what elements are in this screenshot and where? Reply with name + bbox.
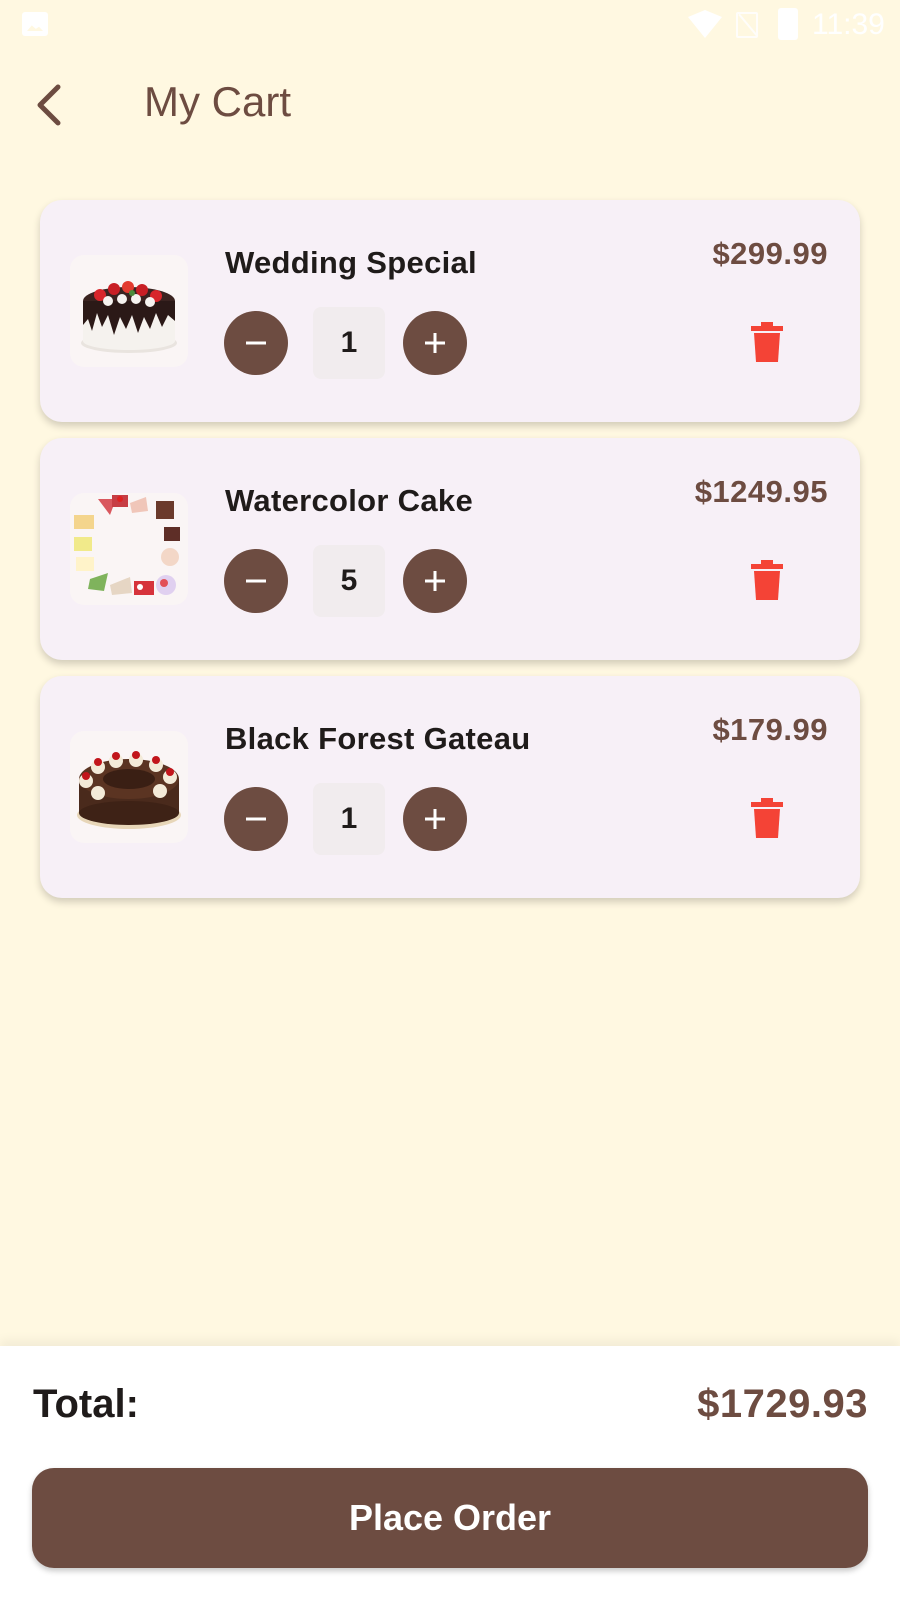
total-label: Total: [33,1382,139,1426]
status-bar: 11:39 [0,0,900,50]
status-time: 11:39 [812,8,885,41]
delete-item-button[interactable] [735,548,799,612]
wifi-icon [688,10,722,38]
trash-icon [751,322,783,362]
plus-icon [425,571,445,591]
order-summary-panel: Total: $1729.93 Place Order [0,1346,900,1600]
item-name: Watercolor Cake [225,483,473,518]
item-name: Wedding Special [225,245,477,280]
page-title: My Cart [144,78,291,125]
quantity-value: 5 [313,545,385,617]
quantity-value: 1 [313,783,385,855]
trash-icon [751,798,783,838]
quantity-value: 1 [313,307,385,379]
minus-icon [246,341,266,345]
image-notification-icon [22,12,48,36]
item-price: $299.99 [712,236,828,271]
wedding-cake-image [70,255,188,367]
plus-icon [425,809,445,829]
place-order-button[interactable]: Place Order [32,1468,868,1568]
battery-charging-icon [778,8,798,40]
item-price: $179.99 [712,712,828,747]
total-value: $1729.93 [697,1382,868,1426]
delete-item-button[interactable] [735,786,799,850]
cake-slices-image [70,493,188,605]
decrease-quantity-button[interactable] [224,549,288,613]
decrease-quantity-button[interactable] [224,787,288,851]
minus-icon [246,817,266,821]
increase-quantity-button[interactable] [403,549,467,613]
increase-quantity-button[interactable] [403,787,467,851]
no-sim-icon [736,12,758,38]
cart-list: Wedding Special $299.99 1 Watercolor Cak… [40,200,860,914]
cart-item: Black Forest Gateau $179.99 1 [40,676,860,898]
plus-icon [425,333,445,353]
item-name: Black Forest Gateau [225,721,531,756]
cart-item: Watercolor Cake $1249.95 5 [40,438,860,660]
decrease-quantity-button[interactable] [224,311,288,375]
minus-icon [246,579,266,583]
black-forest-cake-image [70,731,188,843]
app-bar: My Cart [0,60,900,150]
increase-quantity-button[interactable] [403,311,467,375]
delete-item-button[interactable] [735,310,799,374]
trash-icon [751,560,783,600]
cart-item: Wedding Special $299.99 1 [40,200,860,422]
chevron-left-icon [37,84,61,126]
item-price: $1249.95 [694,474,828,509]
back-button[interactable] [22,78,76,132]
